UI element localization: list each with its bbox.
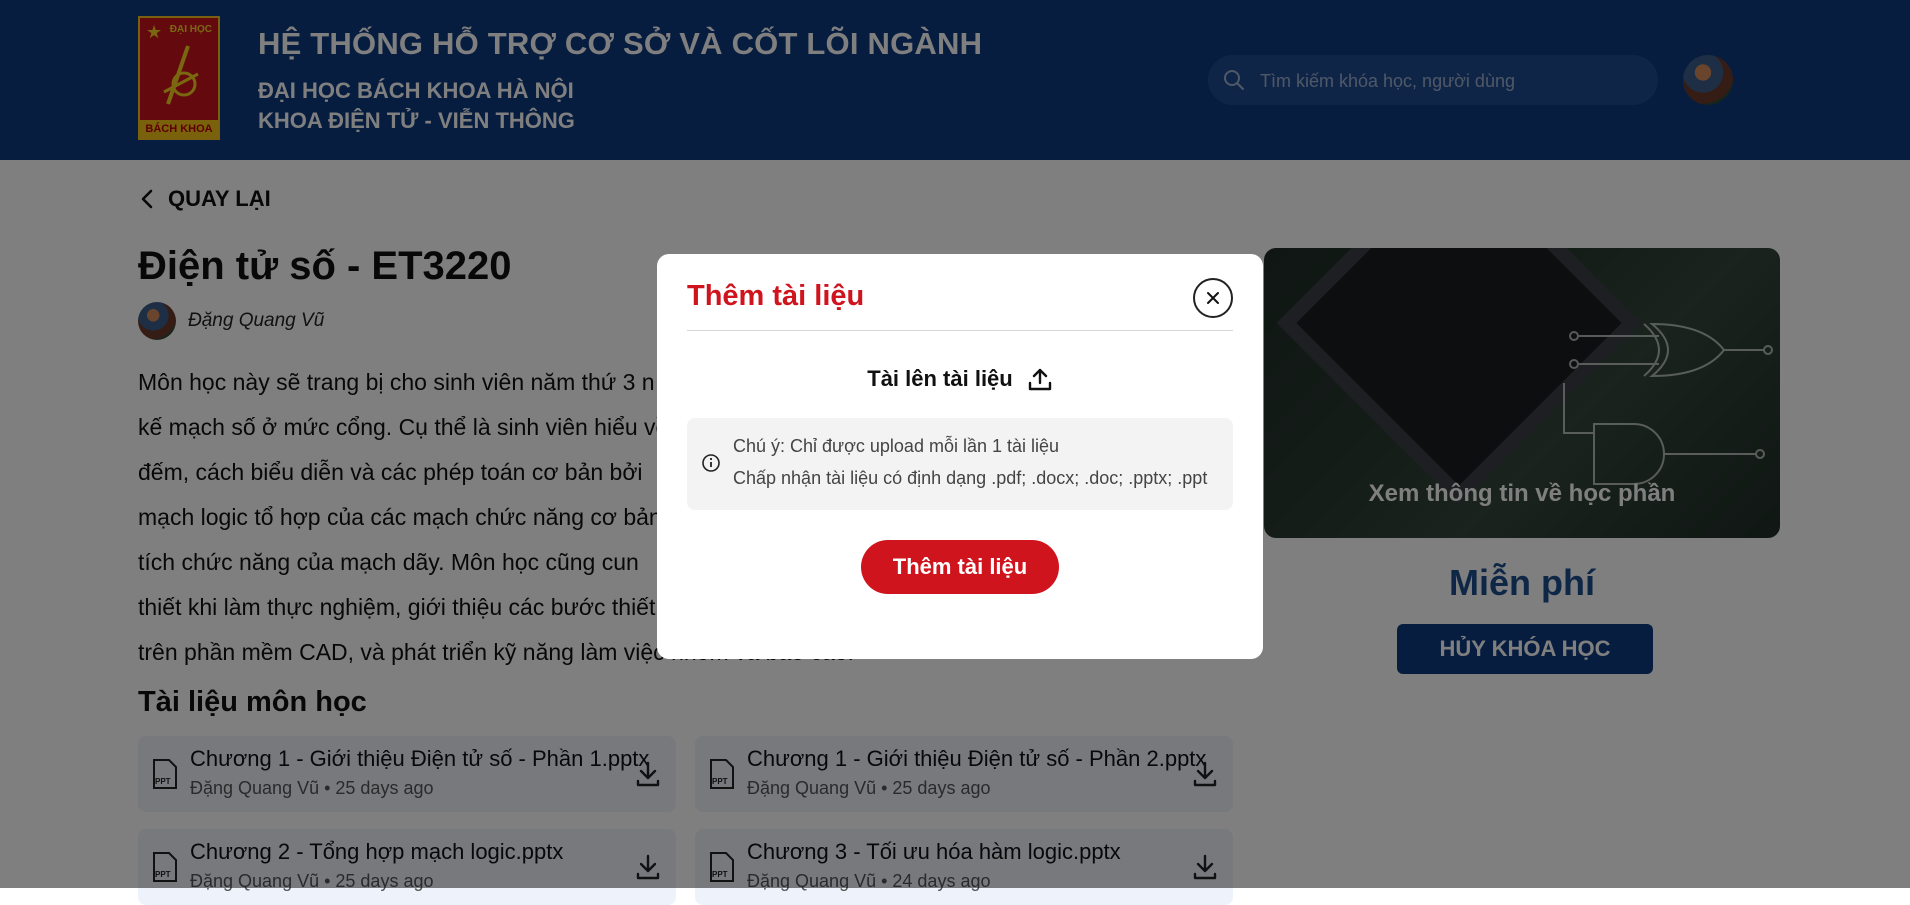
close-icon: [1207, 292, 1219, 304]
close-button[interactable]: [1193, 278, 1233, 318]
upload-label: Tài lên tài liệu: [867, 366, 1013, 391]
upload-note: Chú ý: Chỉ được upload mỗi lần 1 tài liệ…: [687, 418, 1233, 510]
add-document-modal: Thêm tài liệu Tài lên tài liệu Chú ý: Ch…: [657, 254, 1263, 659]
info-icon: [702, 454, 720, 472]
note-line-1: Chú ý: Chỉ được upload mỗi lần 1 tài liệ…: [733, 436, 1060, 456]
upload-icon[interactable]: [1027, 366, 1053, 392]
modal-title: Thêm tài liệu: [687, 280, 865, 312]
note-line-2: Chấp nhận tài liệu có định dạng .pdf; .d…: [733, 468, 1208, 488]
upload-file-trigger[interactable]: Tài lên tài liệu: [657, 366, 1263, 392]
modal-divider: [687, 330, 1233, 331]
add-document-button[interactable]: Thêm tài liệu: [861, 540, 1059, 594]
